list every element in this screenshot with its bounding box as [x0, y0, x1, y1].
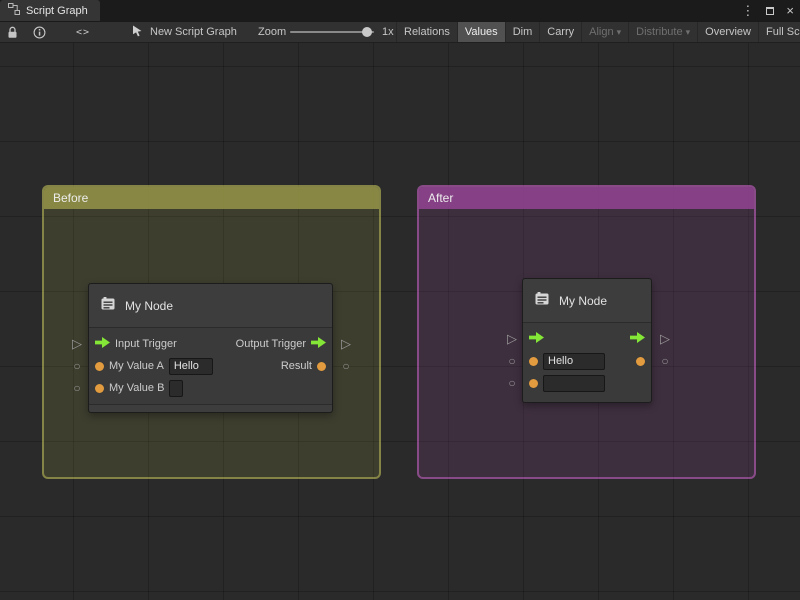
- zoom-slider-knob[interactable]: [362, 27, 372, 37]
- node-body: [523, 323, 651, 402]
- lock-icon[interactable]: [7, 22, 18, 42]
- input-trigger-port[interactable]: Input Trigger: [95, 335, 177, 353]
- group-after-header[interactable]: After: [419, 187, 754, 209]
- graph-pointer-icon: [132, 25, 143, 40]
- distribute-dropdown[interactable]: Distribute▾: [628, 22, 697, 42]
- value-b-input[interactable]: [543, 375, 605, 392]
- chevron-down-icon: ▾: [686, 27, 691, 37]
- relations-button[interactable]: Relations: [396, 22, 457, 42]
- value-a-input[interactable]: [169, 358, 213, 375]
- result-port[interactable]: Result: [281, 360, 326, 372]
- node-bottom-padding: [523, 394, 651, 402]
- output-trigger-port[interactable]: Output Trigger: [236, 335, 326, 353]
- zoom-label: Zoom: [258, 22, 286, 42]
- port-row-value-a: My Value A Result: [89, 355, 332, 377]
- value-a-port[interactable]: My Value A: [95, 358, 213, 375]
- script-graph-icon: [8, 3, 20, 18]
- flow-arrow-icon: [529, 330, 544, 348]
- tab-script-graph[interactable]: Script Graph: [0, 0, 100, 21]
- node-icon: [99, 295, 117, 316]
- zoom-slider-track[interactable]: [290, 31, 374, 33]
- node-my-node-after[interactable]: My Node: [522, 278, 652, 403]
- value-b-connector[interactable]: ○: [70, 380, 84, 396]
- port-row-value-b: [523, 372, 651, 394]
- result-connector[interactable]: ○: [339, 358, 353, 374]
- group-before-header[interactable]: Before: [44, 187, 379, 209]
- value-port-icon: [95, 384, 104, 393]
- tab-title: Script Graph: [26, 5, 88, 17]
- node-body: Input Trigger Output Trigger My Value A: [89, 328, 332, 399]
- flow-output-connector[interactable]: ▷: [339, 336, 353, 352]
- flow-output-connector[interactable]: ▷: [658, 331, 672, 347]
- graph-asset[interactable]: New Script Graph: [132, 22, 237, 42]
- flow-arrow-icon: [95, 335, 110, 353]
- port-row-value-a: [523, 350, 651, 372]
- value-port-icon: [529, 379, 538, 388]
- output-trigger-port[interactable]: [630, 330, 645, 348]
- node-icon: [533, 290, 551, 311]
- maximize-icon[interactable]: [766, 7, 774, 15]
- port-row-triggers: [523, 328, 651, 350]
- node-header[interactable]: My Node: [523, 279, 651, 323]
- value-a-input[interactable]: [543, 353, 605, 370]
- port-row-triggers: Input Trigger Output Trigger: [89, 333, 332, 355]
- value-port-icon: [636, 357, 645, 366]
- node-title: My Node: [125, 299, 173, 313]
- tab-bar: Script Graph ⋮ ×: [0, 0, 800, 21]
- node-header[interactable]: My Node: [89, 284, 332, 328]
- flow-input-connector[interactable]: ▷: [505, 331, 519, 347]
- chevron-down-icon: ▾: [617, 27, 622, 37]
- value-b-input[interactable]: [169, 380, 183, 397]
- value-b-connector[interactable]: ○: [505, 375, 519, 391]
- node-footer: [89, 404, 332, 412]
- toolbar-buttons: Relations Values Dim Carry Align▾ Distri…: [396, 22, 800, 42]
- window-controls: ⋮ ×: [741, 0, 794, 21]
- flow-input-connector[interactable]: ▷: [70, 336, 84, 352]
- node-title: My Node: [559, 294, 607, 308]
- dim-button[interactable]: Dim: [505, 22, 540, 42]
- align-dropdown[interactable]: Align▾: [581, 22, 628, 42]
- node-my-node-before[interactable]: My Node Input Trigger Output Trigger: [88, 283, 333, 413]
- close-icon[interactable]: ×: [786, 3, 794, 18]
- zoom-slider[interactable]: [290, 22, 374, 42]
- zoom-value: 1x: [382, 22, 394, 42]
- group-after-title: After: [428, 191, 453, 205]
- value-b-port[interactable]: My Value B: [95, 380, 183, 397]
- carry-button[interactable]: Carry: [539, 22, 581, 42]
- script-graph-window: Script Graph ⋮ × <>: [0, 0, 800, 600]
- value-a-connector[interactable]: ○: [70, 358, 84, 374]
- input-trigger-port[interactable]: [529, 330, 544, 348]
- flow-arrow-icon: [311, 335, 326, 353]
- value-a-connector[interactable]: ○: [505, 353, 519, 369]
- value-port-icon: [529, 357, 538, 366]
- values-button[interactable]: Values: [457, 22, 505, 42]
- value-port-icon: [317, 362, 326, 371]
- value-a-port[interactable]: [529, 353, 605, 370]
- overview-button[interactable]: Overview: [697, 22, 758, 42]
- kebab-menu-icon[interactable]: ⋮: [741, 3, 754, 19]
- graph-canvas[interactable]: Before After My Node: [0, 43, 800, 600]
- graph-toolbar: <> New Script Graph Zoom 1x Relations Va…: [0, 21, 800, 43]
- flow-arrow-icon: [630, 330, 645, 348]
- fullscreen-button[interactable]: Full Screen: [758, 22, 800, 42]
- result-port[interactable]: [636, 357, 645, 366]
- port-row-value-b: My Value B: [89, 377, 332, 399]
- value-b-port[interactable]: [529, 375, 605, 392]
- info-icon[interactable]: [33, 22, 46, 42]
- result-connector[interactable]: ○: [658, 353, 672, 369]
- graph-name-label: New Script Graph: [150, 26, 237, 38]
- value-port-icon: [95, 362, 104, 371]
- code-view-icon[interactable]: <>: [76, 22, 90, 42]
- group-before-title: Before: [53, 191, 88, 205]
